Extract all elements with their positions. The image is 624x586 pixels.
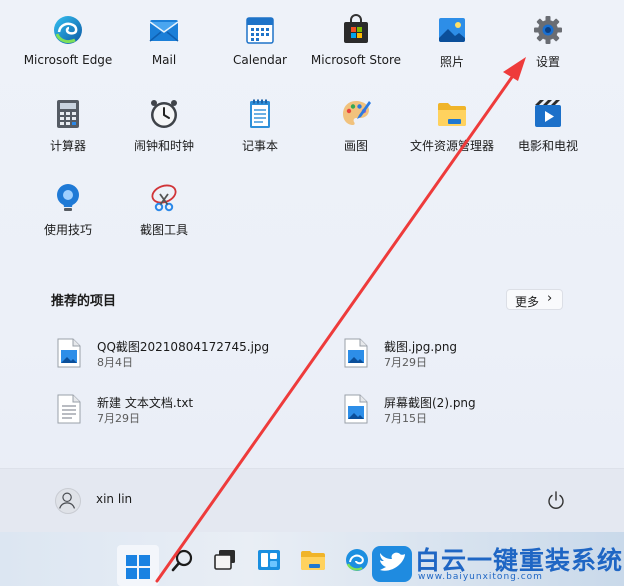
movies-icon	[535, 100, 561, 127]
store-icon	[344, 14, 368, 43]
paint-icon	[343, 101, 371, 125]
pinned-app-calendar[interactable]: Calendar	[210, 0, 310, 70]
pinned-app-snipping[interactable]: 截图工具	[114, 168, 214, 238]
calendar-icon	[246, 17, 274, 44]
file-date: 8月4日	[97, 356, 133, 369]
mail-icon	[149, 20, 179, 42]
pinned-app-movies[interactable]: 电影和电视	[498, 84, 598, 154]
file-name: 截图.jpg.png	[384, 340, 458, 354]
app-label: 电影和电视	[517, 139, 578, 153]
pinned-app-paint[interactable]: 画图	[306, 84, 406, 154]
user-icon	[59, 492, 76, 509]
user-name[interactable]: xin lin	[96, 492, 132, 506]
file-name: 屏幕截图(2).png	[384, 396, 476, 410]
edge-taskbar-icon[interactable]	[344, 547, 370, 573]
notepad-icon	[250, 99, 270, 128]
pinned-app-clock[interactable]: 闹钟和时钟	[114, 84, 214, 154]
pinned-app-edge[interactable]: Microsoft Edge	[18, 0, 118, 70]
start-button[interactable]	[117, 545, 159, 586]
widgets-icon[interactable]	[256, 547, 282, 573]
file-name: QQ截图20210804172745.jpg	[97, 340, 270, 354]
file-date: 7月29日	[384, 356, 427, 369]
file-explorer-icon[interactable]	[300, 547, 326, 573]
watermark-url: www.baiyunxitong.com	[418, 572, 543, 582]
gear-icon	[534, 16, 562, 44]
task-view-icon[interactable]	[212, 547, 238, 573]
start-footer	[0, 468, 624, 533]
image-file-icon	[344, 394, 368, 424]
calculator-icon	[57, 100, 79, 128]
recommended-title: 推荐的项目	[51, 294, 117, 309]
snipping-tool-icon	[151, 184, 177, 212]
image-file-icon	[344, 338, 368, 368]
pinned-apps-grid: Microsoft Edge Mail Calendar Microsoft S…	[0, 0, 624, 250]
recommended-item[interactable]: 新建 文本文档.txt 7月29日	[57, 394, 297, 434]
search-icon[interactable]	[170, 547, 196, 573]
more-button[interactable]: 更多 ›	[506, 289, 563, 310]
file-date: 7月15日	[384, 412, 427, 425]
recommended-item[interactable]: 截图.jpg.png 7月29日	[344, 338, 584, 378]
text-file-icon	[57, 394, 81, 424]
pinned-app-store[interactable]: Microsoft Store	[306, 0, 406, 70]
windows-logo-icon	[126, 555, 150, 579]
pinned-app-tips[interactable]: 使用技巧	[18, 168, 118, 238]
tips-icon	[57, 184, 79, 211]
power-icon[interactable]	[545, 489, 567, 511]
app-label: 截图工具	[139, 223, 188, 237]
more-button-label: 更多	[515, 295, 540, 309]
edge-icon	[54, 16, 82, 44]
pinned-app-notepad[interactable]: 记事本	[210, 84, 310, 154]
pinned-app-photos[interactable]: 照片	[402, 0, 502, 70]
pinned-app-calculator[interactable]: 计算器	[18, 84, 118, 154]
pinned-app-settings[interactable]: 设置	[498, 0, 598, 70]
avatar[interactable]	[55, 488, 81, 514]
recommended-item[interactable]: 屏幕截图(2).png 7月15日	[344, 394, 584, 434]
app-label: 设置	[535, 55, 560, 69]
start-menu: Microsoft Edge Mail Calendar Microsoft S…	[0, 0, 624, 533]
image-file-icon	[57, 338, 81, 368]
file-name: 新建 文本文档.txt	[97, 396, 194, 410]
clock-icon	[151, 100, 177, 128]
file-date: 7月29日	[97, 412, 140, 425]
pinned-app-mail[interactable]: Mail	[114, 0, 214, 70]
folder-icon	[438, 103, 466, 126]
photos-icon	[439, 18, 465, 42]
recommended-item[interactable]: QQ截图20210804172745.jpg 8月4日	[57, 338, 297, 378]
pinned-app-explorer[interactable]: 文件资源管理器	[402, 84, 502, 154]
chevron-right-icon: ›	[547, 291, 553, 306]
